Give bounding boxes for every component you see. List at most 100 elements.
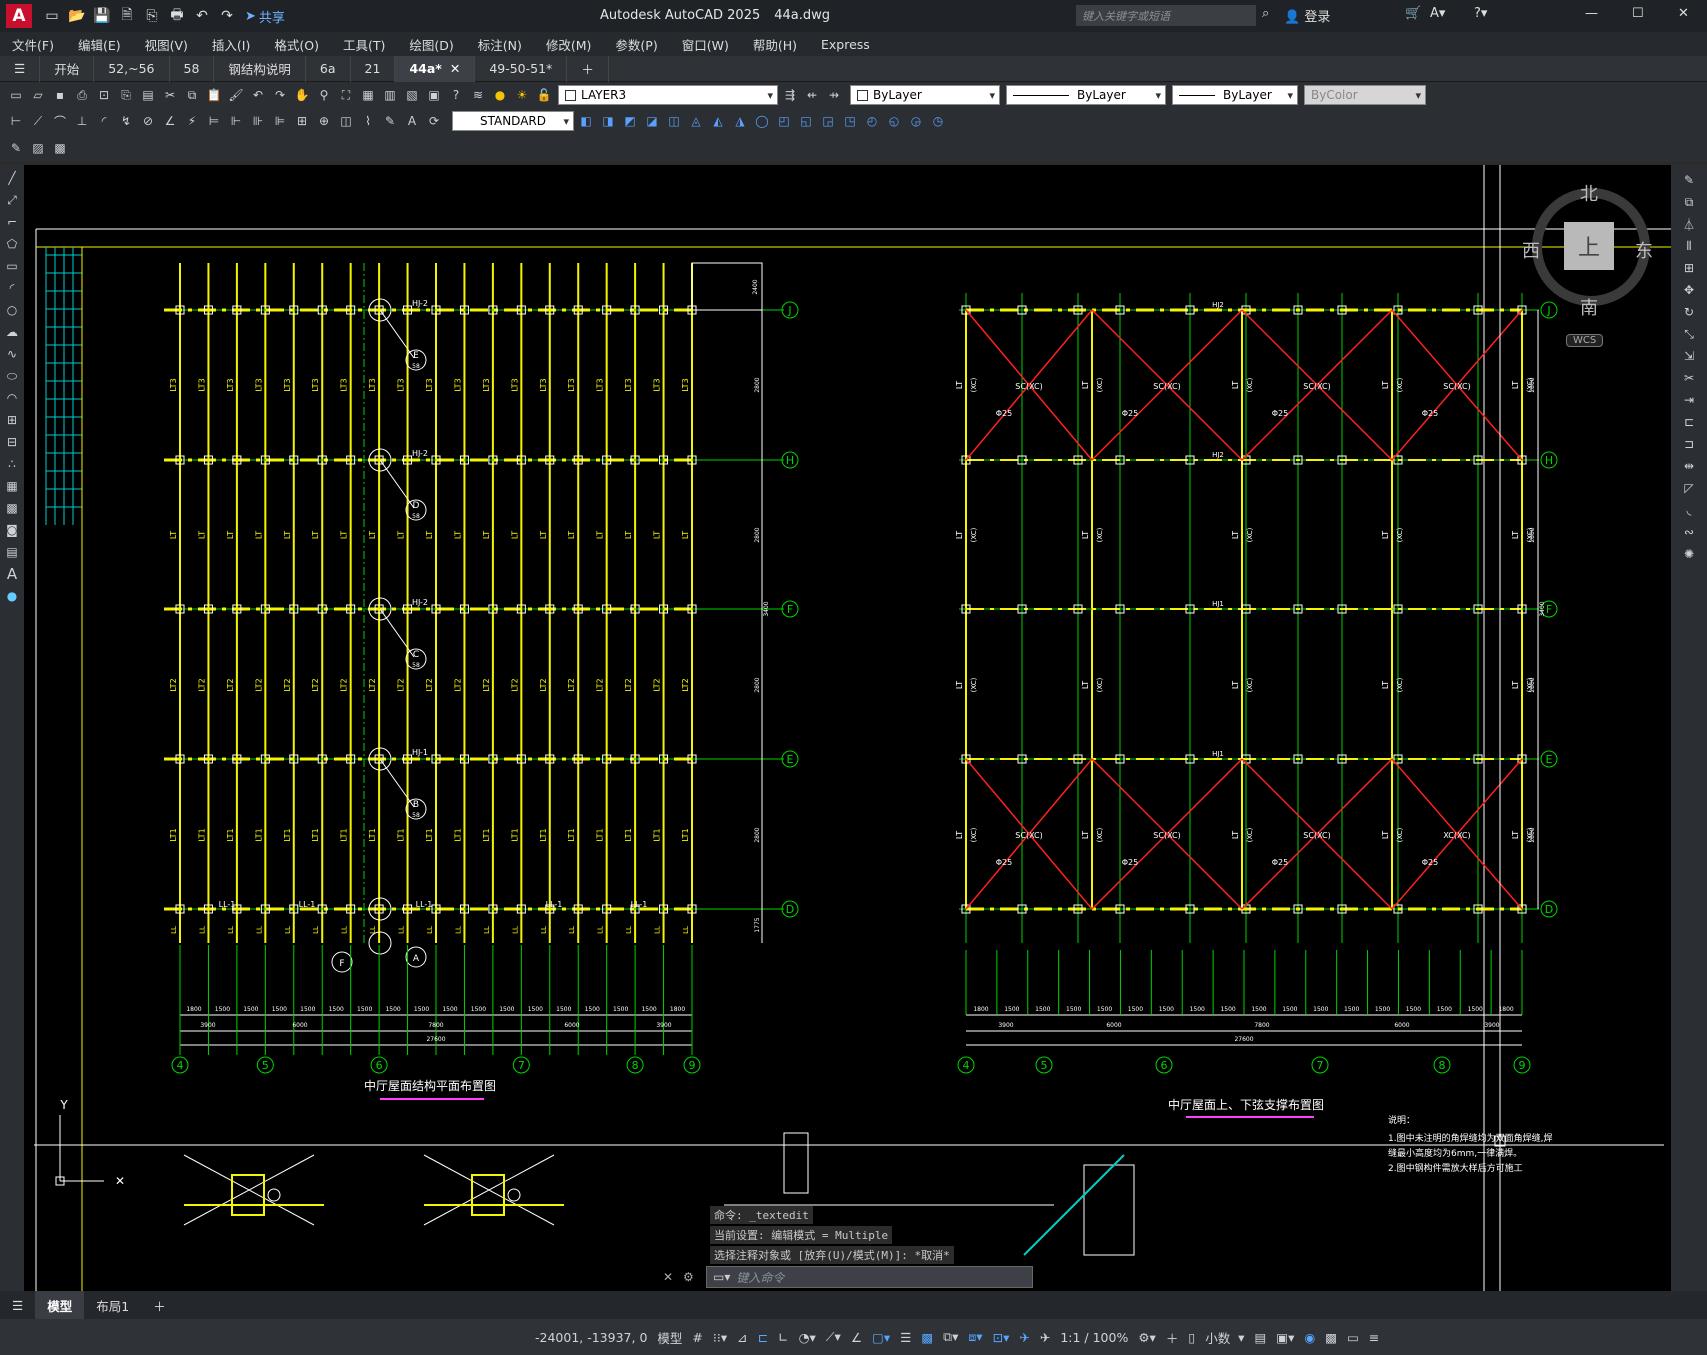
color-dropdown[interactable]: ByLayer (850, 85, 1000, 105)
login-button[interactable]: 👤 登录 (1284, 6, 1330, 25)
cart-icon[interactable]: 🛒 (1405, 6, 1421, 21)
ellipse-arc-icon[interactable]: ◠ (3, 389, 21, 407)
plot-icon[interactable]: ⎙ (72, 85, 92, 105)
rotate-icon[interactable]: ↻ (1680, 303, 1698, 321)
hardware-accel-icon[interactable]: ▩ (1320, 1330, 1342, 1345)
point-icon[interactable]: ∴ (3, 455, 21, 473)
file-tab[interactable]: 钢结构说明 (214, 55, 306, 82)
open-icon[interactable]: 📂 (66, 5, 88, 27)
dim-diameter-icon[interactable]: ⊘ (138, 111, 158, 131)
zoom-window-icon[interactable]: ⛶ (336, 85, 356, 105)
add-layout-button[interactable]: ＋ (141, 1291, 178, 1319)
paste-icon[interactable]: 📋 (204, 85, 224, 105)
help-icon[interactable]: ? (446, 85, 466, 105)
dim-continue-icon[interactable]: ⊩ (226, 111, 246, 131)
menu-item[interactable]: 修改(M) (534, 35, 604, 54)
revcloud-icon[interactable]: ☁ (3, 323, 21, 341)
dim-break-icon[interactable]: ⊫ (270, 111, 290, 131)
make-current-icon[interactable]: ⇶ (780, 85, 800, 105)
inspect-icon[interactable]: ◫ (336, 111, 356, 131)
extrude-icon[interactable]: ◪ (642, 111, 662, 131)
explode-icon[interactable]: ✺ (1680, 545, 1698, 563)
units-icon[interactable]: ▯ (1183, 1330, 1200, 1345)
gradient-icon[interactable]: ▩ (3, 499, 21, 517)
block-editor-icon[interactable]: ▨ (28, 138, 48, 158)
menu-item[interactable]: 文件(F) (0, 35, 66, 54)
file-tab[interactable]: 开始 (40, 55, 95, 82)
isolate-icon[interactable]: ◉ (1299, 1330, 1320, 1345)
tab-layout1[interactable]: 布局1 (84, 1291, 141, 1319)
clean-screen-icon[interactable]: ▭ (1342, 1330, 1364, 1345)
intersect-icon[interactable]: ◰ (774, 111, 794, 131)
3d-osnap-icon[interactable]: ⧈▾ (963, 1329, 987, 1345)
section-icon[interactable]: ◳ (840, 111, 860, 131)
blend-icon[interactable]: ∾ (1680, 523, 1698, 541)
zoom-icon[interactable]: ⚲ (314, 85, 334, 105)
join-icon[interactable]: ⇹ (1680, 457, 1698, 475)
tolerance-icon[interactable]: ⊞ (292, 111, 312, 131)
app-menu-button[interactable]: A (6, 4, 32, 28)
undo-icon[interactable]: ↶ (248, 85, 268, 105)
dim-arc-icon[interactable]: ⌒ (50, 111, 70, 131)
file-tab[interactable]: 21 (351, 55, 396, 82)
menu-item[interactable]: 视图(V) (133, 35, 200, 54)
autodesk-icon[interactable]: A▾ (1430, 6, 1445, 21)
menu-item[interactable]: Express (809, 37, 882, 52)
search-icon[interactable]: ⌕ (1262, 6, 1269, 21)
array3d-icon[interactable]: ◷ (928, 111, 948, 131)
pan-icon[interactable]: ✋ (292, 85, 312, 105)
lineweight-dropdown[interactable]: ByLayer (1172, 85, 1298, 105)
redo-icon[interactable]: ↷ (216, 5, 238, 27)
mtext-icon[interactable]: A (3, 565, 21, 583)
command-input[interactable]: ✕ ⚙ ▭▾ 键入命令 (663, 1266, 1033, 1288)
infer-icon[interactable]: ⊿ (732, 1330, 752, 1345)
circle-icon[interactable]: ○ (3, 301, 21, 319)
transparency-icon[interactable]: ▩ (916, 1330, 938, 1345)
viewcube-east[interactable]: 东 (1635, 237, 1653, 263)
file-tab[interactable]: 6a (306, 55, 351, 82)
add-selected-icon[interactable]: ● (3, 587, 21, 605)
file-tab[interactable]: 58 (170, 55, 215, 82)
menu-item[interactable]: 编辑(E) (66, 35, 133, 54)
dynamic-input-icon[interactable]: ⊏ (753, 1330, 773, 1345)
viewcube-west[interactable]: 西 (1522, 237, 1540, 263)
copy-icon[interactable]: ⧉ (182, 85, 202, 105)
open-icon[interactable]: ▱ (28, 85, 48, 105)
grid-icon[interactable]: # (687, 1330, 707, 1345)
jog-line-icon[interactable]: ⌇ (358, 111, 378, 131)
dim-angular-icon[interactable]: ∠ (160, 111, 180, 131)
rectangle-icon[interactable]: ▭ (3, 257, 21, 275)
dimstyle-dropdown[interactable]: STANDARD (452, 111, 574, 131)
cut-icon[interactable]: ✂ (160, 85, 180, 105)
plot-icon[interactable]: 🖶 (166, 5, 188, 27)
saveas-icon[interactable]: 🗎 (116, 5, 138, 27)
annotation-scale-icon[interactable]: ✈ (1035, 1330, 1055, 1345)
array-icon[interactable]: ⊞ (1680, 259, 1698, 277)
close-button[interactable]: ✕ (1678, 6, 1689, 21)
file-tab[interactable]: 44a* ✕ (395, 55, 476, 82)
wcs-menu[interactable]: WCS (1566, 334, 1604, 347)
properties-icon[interactable]: ▦ (358, 85, 378, 105)
calc-icon[interactable]: ▣ (424, 85, 444, 105)
annotation-icon[interactable]: ✈ (1014, 1330, 1034, 1345)
box-icon[interactable]: ◧ (576, 111, 596, 131)
spline-icon[interactable]: ∿ (3, 345, 21, 363)
tab-model[interactable]: 模型 (35, 1291, 85, 1319)
break-icon[interactable]: ⊐ (1680, 435, 1698, 453)
hatch-icon[interactable]: ▦ (3, 477, 21, 495)
menu-item[interactable]: 格式(O) (262, 35, 331, 54)
tabs-menu-icon[interactable]: ☰ (0, 55, 41, 82)
lineweight-icon[interactable]: ☰ (895, 1330, 916, 1345)
center-mark-icon[interactable]: ⊕ (314, 111, 334, 131)
insert-block-icon[interactable]: ⊞ (3, 411, 21, 429)
new-icon[interactable]: ▭ (41, 5, 63, 27)
menu-item[interactable]: 绘图(D) (397, 35, 465, 54)
scale-icon[interactable]: ⤡ (1680, 325, 1698, 343)
bulb-icon[interactable]: ● (490, 85, 510, 105)
menu-item[interactable]: 帮助(H) (741, 35, 809, 54)
layer-prev-icon[interactable]: ⇷ (802, 85, 822, 105)
search-input[interactable]: 键入关键字或短语 (1076, 5, 1256, 26)
publish-icon[interactable]: ⎘ (116, 85, 136, 105)
object-snap-icon[interactable]: ▢▾ (867, 1330, 895, 1345)
move-icon[interactable]: ✥ (1680, 281, 1698, 299)
